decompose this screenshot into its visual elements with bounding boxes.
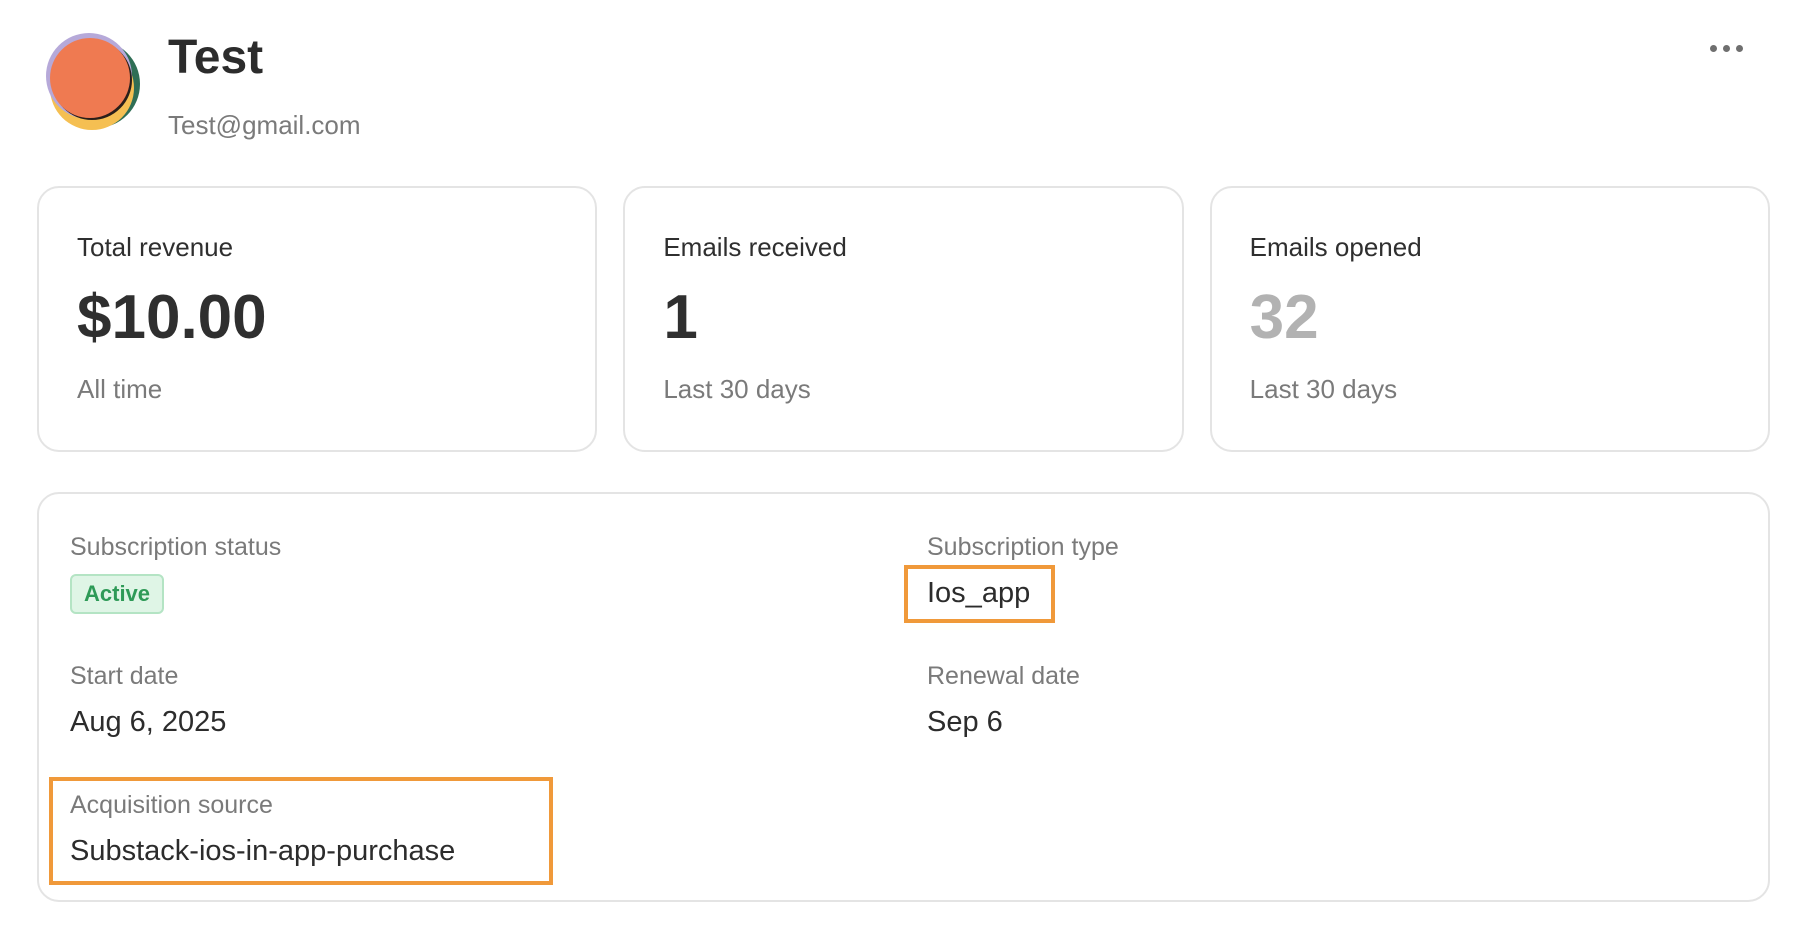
stat-label: Emails received bbox=[663, 232, 847, 262]
field-label: Renewal date bbox=[927, 662, 1080, 690]
stat-period: Last 30 days bbox=[663, 374, 811, 404]
subscriber-detail-page: Test Test@gmail.com Total revenue $10.00… bbox=[0, 0, 1804, 932]
stats-row: Total revenue $10.00 All time Emails rec… bbox=[37, 186, 1770, 452]
subscriber-email: Test@gmail.com bbox=[168, 110, 361, 140]
avatar bbox=[44, 30, 144, 130]
more-horizontal-icon bbox=[1709, 44, 1717, 52]
start-date-field: Start date Aug 6, 2025 bbox=[70, 661, 226, 739]
highlight-box-acquisition-source bbox=[49, 777, 553, 885]
field-value: Sep 6 bbox=[927, 706, 1003, 738]
stat-label: Total revenue bbox=[77, 232, 234, 262]
stat-card-total-revenue: Total revenue $10.00 All time bbox=[37, 186, 598, 452]
avatar-image bbox=[46, 33, 140, 130]
stat-value: 32 bbox=[1249, 283, 1319, 352]
stat-label: Emails opened bbox=[1249, 232, 1422, 262]
subscriber-name: Test bbox=[168, 31, 264, 84]
field-label: Subscription type bbox=[927, 533, 1119, 561]
profile-info: Test Test@gmail.com bbox=[168, 30, 361, 141]
renewal-date-field: Renewal date Sep 6 bbox=[927, 661, 1080, 739]
field-value: Aug 6, 2025 bbox=[70, 706, 227, 738]
stat-card-emails-received: Emails received 1 Last 30 days bbox=[623, 186, 1184, 452]
subscription-status-field: Subscription status Active bbox=[70, 532, 281, 614]
field-label: Start date bbox=[70, 662, 179, 690]
field-label: Subscription status bbox=[70, 533, 282, 561]
stat-value: $10.00 bbox=[77, 283, 267, 352]
stat-period: Last 30 days bbox=[1249, 374, 1398, 404]
stat-card-emails-opened: Emails opened 32 Last 30 days bbox=[1209, 186, 1770, 452]
stat-period: All time bbox=[77, 374, 163, 404]
more-horizontal-icon bbox=[1722, 44, 1730, 52]
profile-header: Test Test@gmail.com bbox=[44, 30, 361, 140]
more-horizontal-icon bbox=[1735, 44, 1743, 52]
status-badge: Active bbox=[70, 574, 165, 614]
highlight-box-subscription-type bbox=[904, 565, 1055, 623]
stat-value: 1 bbox=[663, 283, 698, 352]
more-options-button[interactable] bbox=[1698, 30, 1754, 66]
